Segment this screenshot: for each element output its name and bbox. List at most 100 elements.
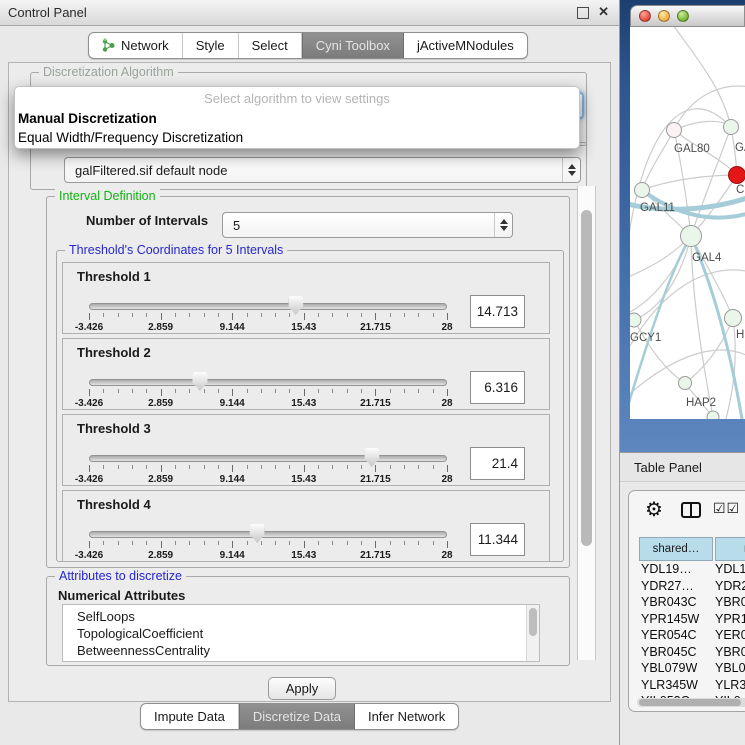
threshold-slider[interactable]: -3.4262.8599.14415.4321.71528 — [89, 299, 447, 331]
network-node-label: GAL4 — [692, 252, 722, 264]
attribute-item[interactable]: TopologicalCoefficient — [63, 625, 539, 642]
float-panel-icon[interactable] — [577, 7, 589, 19]
column-header-shared[interactable]: shared… — [639, 537, 713, 561]
network-node[interactable] — [725, 310, 742, 327]
minimize-traffic-light-icon[interactable] — [658, 10, 670, 22]
network-edge[interactable] — [726, 318, 735, 419]
tab-label: Infer Network — [368, 709, 445, 724]
panel-scrollbar[interactable] — [577, 186, 596, 660]
table-hscrollbar-thumb[interactable] — [639, 699, 741, 706]
table-row[interactable]: YBL079WYBL0 — [639, 661, 745, 678]
algorithm-popup-options: Manual DiscretizationEqual Width/Frequen… — [15, 109, 579, 147]
threshold-value-field[interactable]: 6.316 — [470, 371, 525, 404]
column-view-icon[interactable] — [681, 502, 701, 518]
network-edge[interactable] — [674, 121, 731, 130]
tab-select[interactable]: Select — [239, 33, 302, 58]
control-panel: Control Panel ✕ NetworkStyleSelectCyni T… — [0, 0, 620, 745]
cell-shared-name: YDL19… — [639, 562, 715, 579]
table-row[interactable]: YBR045CYBR0 — [639, 645, 745, 662]
threshold-panel: Threshold 3-3.4262.8599.14415.4321.71528… — [62, 414, 550, 486]
tick-mark — [89, 465, 90, 472]
tick-mark — [132, 389, 133, 393]
threshold-slider[interactable]: -3.4262.8599.14415.4321.71528 — [89, 375, 447, 407]
tick-mark — [332, 465, 333, 469]
tab-impute-data[interactable]: Impute Data — [141, 704, 239, 729]
table-row[interactable]: YPR145WYPR1 — [639, 612, 745, 629]
apply-button[interactable]: Apply — [268, 677, 336, 700]
slider-track[interactable] — [89, 379, 447, 386]
slider-track[interactable] — [89, 455, 447, 462]
network-node[interactable] — [679, 377, 692, 390]
network-edge[interactable] — [630, 236, 691, 279]
table-row[interactable]: YLR345WYLR3 — [639, 678, 745, 695]
slider-track[interactable] — [89, 531, 447, 538]
tick-mark — [204, 541, 205, 545]
algorithm-option[interactable]: Manual Discretization — [15, 109, 579, 128]
network-window-titlebar[interactable] — [630, 5, 745, 27]
tick-mark — [375, 389, 376, 396]
network-node[interactable] — [630, 313, 641, 327]
close-icon[interactable]: ✕ — [598, 4, 609, 20]
algorithm-option[interactable]: Equal Width/Frequency Discretization — [15, 128, 579, 147]
numerical-attributes-list[interactable]: SelfLoopsTopologicalCoefficientBetweenne… — [62, 604, 540, 662]
threshold-label: Threshold 4 — [77, 497, 151, 512]
attributes-scrollbar-thumb[interactable] — [529, 608, 537, 636]
checkbox-icons[interactable]: ☑☑ — [713, 500, 740, 517]
table-row[interactable]: YER054CYER0 — [639, 628, 745, 645]
close-traffic-light-icon[interactable] — [639, 10, 651, 22]
network-edge[interactable] — [670, 27, 731, 127]
tab-label: Network — [121, 38, 169, 53]
tab-infer-network[interactable]: Infer Network — [355, 704, 458, 729]
network-edge[interactable] — [630, 350, 745, 399]
network-edge[interactable] — [642, 175, 737, 190]
tick-mark — [361, 465, 362, 469]
tick-mark — [261, 541, 262, 545]
tick-mark — [89, 389, 90, 396]
gear-icon[interactable]: ⚙ — [645, 497, 663, 523]
network-node[interactable] — [681, 226, 702, 247]
tab-jactivemnodules[interactable]: jActiveMNodules — [404, 33, 527, 58]
tick-mark — [175, 541, 176, 545]
network-node[interactable] — [667, 123, 682, 138]
tick-mark — [247, 465, 248, 469]
attributes-scrollbar[interactable] — [526, 605, 539, 661]
threshold-value-field[interactable]: 14.713 — [470, 295, 525, 328]
algorithm-popup: Select algorithm to view settings Manual… — [14, 86, 580, 149]
column-header-name[interactable]: na — [715, 537, 745, 561]
threshold-value-field[interactable]: 21.4 — [470, 447, 525, 480]
slider-track[interactable] — [89, 303, 447, 310]
threshold-value-field[interactable]: 11.344 — [470, 523, 525, 556]
cell-name: YDL1 — [715, 562, 745, 579]
table-row[interactable]: YDR27…YDR2 — [639, 579, 745, 596]
tick-mark — [103, 389, 104, 393]
table-data-combobox[interactable]: galFiltered.sif default node — [64, 157, 581, 183]
panel-scrollbar-thumb[interactable] — [581, 210, 592, 546]
network-node[interactable] — [635, 183, 650, 198]
tab-network[interactable]: Network — [89, 33, 183, 58]
zoom-traffic-light-icon[interactable] — [677, 10, 689, 22]
number-of-intervals-combobox[interactable]: 5 — [222, 212, 513, 238]
tick-mark — [318, 389, 319, 393]
network-canvas[interactable]: GAL80GACGAL11GAL4GCY1HHAP2 — [630, 27, 745, 419]
attribute-item[interactable]: SelfLoops — [63, 605, 539, 625]
tick-mark — [161, 389, 162, 396]
cell-shared-name: YDR27… — [639, 579, 715, 596]
tick-label: 9.144 — [220, 550, 245, 561]
tick-mark — [247, 313, 248, 317]
table-row[interactable]: YDL19…YDL1 — [639, 562, 745, 579]
table-row[interactable]: YBR043CYBR0 — [639, 595, 745, 612]
attribute-item[interactable]: BetweennessCentrality — [63, 642, 539, 659]
network-node[interactable] — [707, 411, 719, 419]
network-node[interactable] — [729, 167, 745, 184]
slider-ticks — [89, 541, 447, 549]
tab-discretize-data[interactable]: Discretize Data — [239, 704, 355, 729]
tab-style[interactable]: Style — [183, 33, 239, 58]
threshold-slider[interactable]: -3.4262.8599.14415.4321.71528 — [89, 527, 447, 559]
threshold-slider[interactable]: -3.4262.8599.14415.4321.71528 — [89, 451, 447, 483]
network-node[interactable] — [724, 120, 739, 135]
table-hscrollbar[interactable] — [637, 698, 745, 707]
network-edge[interactable] — [634, 320, 685, 383]
number-of-intervals-value: 5 — [223, 213, 494, 237]
network-edge[interactable] — [634, 236, 691, 320]
tab-cyni-toolbox[interactable]: Cyni Toolbox — [302, 33, 404, 58]
